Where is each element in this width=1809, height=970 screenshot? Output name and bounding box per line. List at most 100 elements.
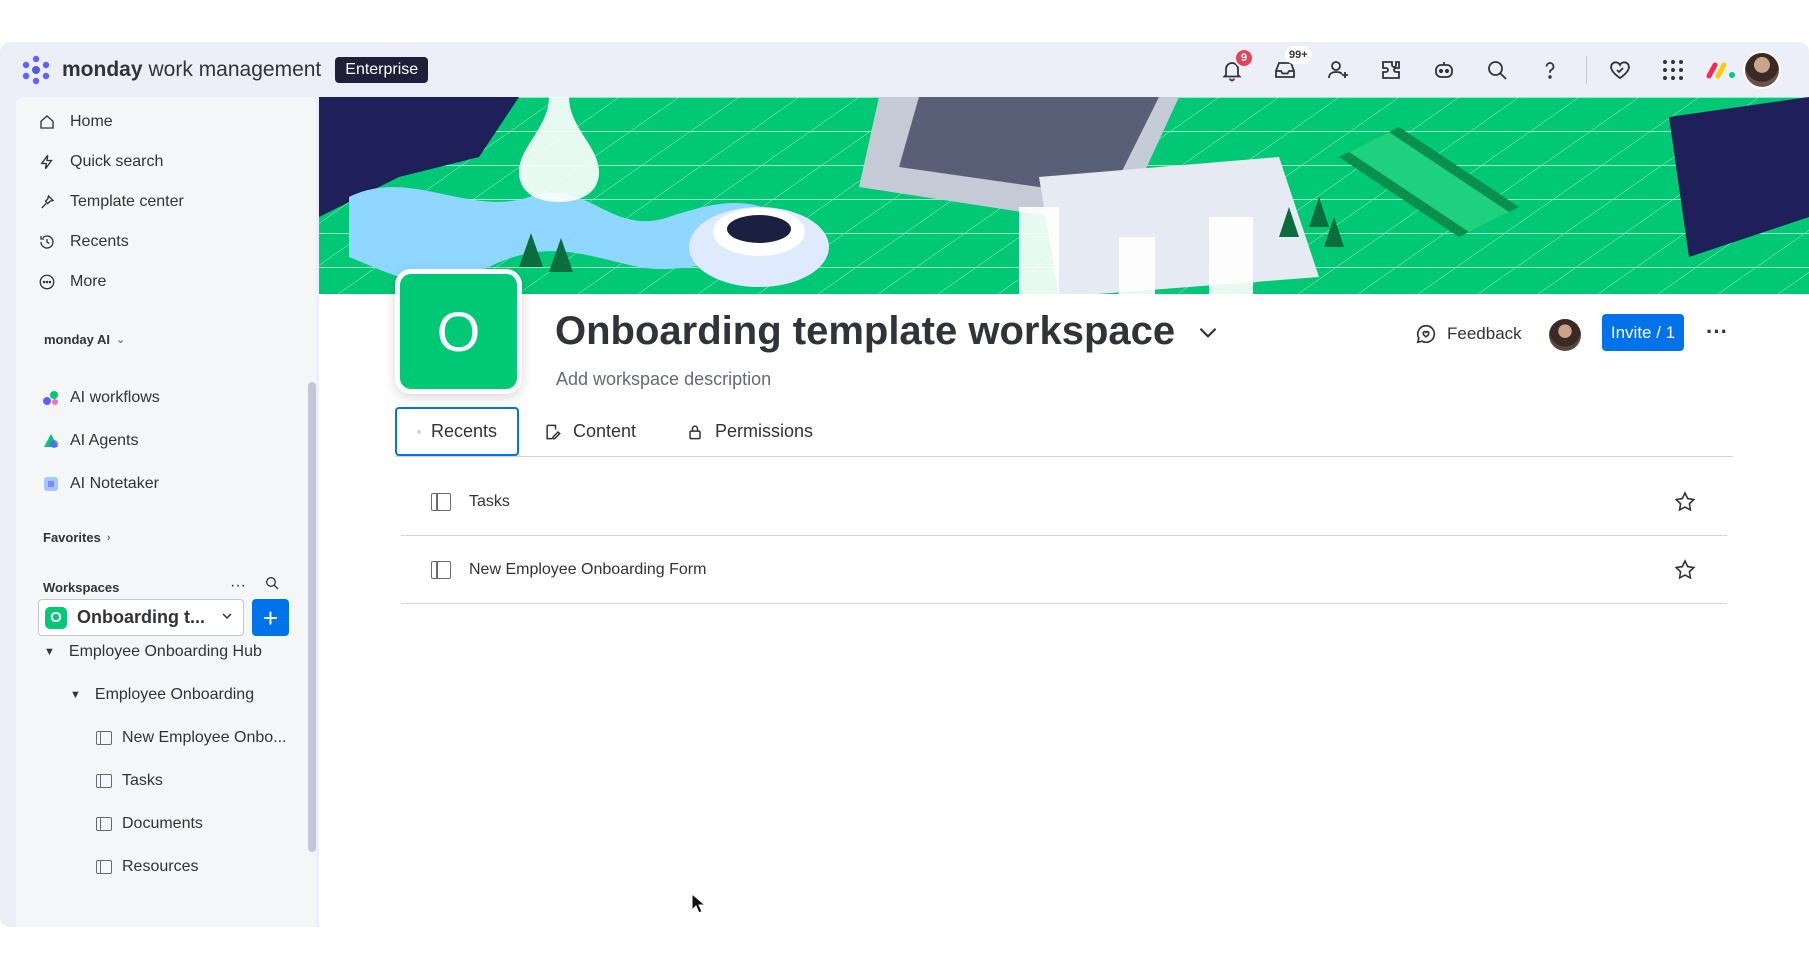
sidebar-item-quick-search[interactable]: Quick search <box>38 153 163 171</box>
template-icon <box>41 194 55 209</box>
help-icon <box>1545 62 1555 79</box>
invite-button[interactable]: Invite / 1 <box>1602 314 1684 351</box>
search-icon <box>266 577 279 590</box>
recent-item-tasks[interactable]: Tasks <box>401 468 1727 536</box>
section-title: Workspaces <box>43 580 120 595</box>
ai-assistant-button[interactable] <box>1424 50 1464 90</box>
notifications-button[interactable]: 9 <box>1212 48 1254 90</box>
workspace-member-avatar[interactable] <box>1549 319 1581 351</box>
monday-logo-icon <box>22 55 50 84</box>
recent-item-label: Tasks <box>469 492 510 510</box>
user-avatar[interactable] <box>1743 51 1781 89</box>
tab-recents[interactable]: Recents <box>395 407 519 456</box>
help-button[interactable] <box>1530 50 1570 90</box>
feedback-icon <box>1416 324 1436 344</box>
tree-item-label: Resources <box>122 858 199 875</box>
feedback-button[interactable]: Feedback <box>1415 323 1522 345</box>
sidebar-item-ai-workflows[interactable]: AI workflows <box>42 389 160 407</box>
apps-icon <box>1382 61 1400 79</box>
apps-button[interactable] <box>1371 50 1411 90</box>
plan-badge: Enterprise <box>335 56 429 83</box>
brand-name: monday <box>62 57 143 81</box>
ai-notetaker-icon <box>44 477 58 491</box>
board-icon <box>431 560 451 579</box>
workspace-tabs: Recents Content Permissions <box>395 407 1733 457</box>
workspace-selector[interactable]: O Onboarding t... <box>38 599 244 636</box>
history-icon <box>417 430 421 433</box>
brand-product: work management <box>148 57 322 81</box>
grid-icon <box>1663 60 1683 80</box>
ai-bot-icon <box>1435 62 1453 78</box>
app-window: monday work management Enterprise 9 99+ <box>0 42 1809 927</box>
recent-item-new-employee-onboarding-form[interactable]: New Employee Onboarding Form <box>401 536 1727 604</box>
top-icons: 9 99+ <box>1199 46 1781 90</box>
brand[interactable]: monday work management Enterprise <box>20 54 429 86</box>
inbox-button[interactable]: 99+ <box>1265 46 1312 90</box>
sidebar-item-template-center[interactable]: Template center <box>38 193 184 211</box>
tree-folder-employee-onboarding-hub[interactable]: ▼ Employee Onboarding Hub <box>44 643 262 661</box>
sidebar-item-home[interactable]: Home <box>38 113 113 131</box>
inbox-count: 99+ <box>1285 46 1312 64</box>
sidebar: Home Quick search Template center Recent… <box>16 97 316 927</box>
sidebar-scrollbar[interactable] <box>308 382 316 852</box>
workspace-avatar: O <box>45 606 67 629</box>
ai-workflows-icon <box>43 391 58 405</box>
board-icon <box>96 860 112 874</box>
board-icon <box>96 731 112 745</box>
lightning-icon <box>40 154 53 170</box>
monday-mark-icon[interactable] <box>1705 59 1737 81</box>
star-icon[interactable] <box>1673 558 1697 582</box>
tree-item-resources[interactable]: Resources <box>96 858 198 876</box>
workspace-more-button[interactable]: ··· <box>1701 316 1733 348</box>
sidebar-item-recents[interactable]: Recents <box>38 233 129 251</box>
board-icon <box>431 492 451 511</box>
tree-item-tasks[interactable]: Tasks <box>96 772 163 790</box>
chevron-down-icon: ⌄ <box>115 334 126 346</box>
sidebar-item-label: Recents <box>70 233 129 250</box>
add-workspace-item-button[interactable]: + <box>252 599 289 636</box>
ai-agents-icon <box>44 434 58 448</box>
top-bar: monday work management Enterprise 9 99+ <box>0 42 1809 97</box>
sidebar-item-ai-notetaker[interactable]: AI Notetaker <box>42 475 159 493</box>
invite-members-button[interactable] <box>1318 50 1358 90</box>
monday-ai-section-toggle[interactable]: monday AI ⌄ <box>44 332 125 347</box>
sidebar-item-label: More <box>70 273 107 290</box>
feedback-label: Feedback <box>1447 324 1522 343</box>
tree-folder-employee-onboarding[interactable]: ▼ Employee Onboarding <box>70 686 254 704</box>
sidebar-item-label: AI Notetaker <box>70 475 159 492</box>
tree-item-new-employee-onboarding[interactable]: New Employee Onbo... <box>96 729 287 747</box>
tree-item-documents[interactable]: Documents <box>96 815 203 833</box>
history-icon <box>40 235 54 249</box>
board-icon <box>96 817 112 831</box>
sidebar-item-label: Quick search <box>70 153 164 170</box>
workspace-description[interactable]: Add workspace description <box>556 369 771 390</box>
section-title: monday AI <box>44 332 110 347</box>
tree-item-label: New Employee Onbo... <box>122 729 287 746</box>
favorites-section-toggle[interactable]: Favorites › <box>43 530 110 545</box>
search-button[interactable] <box>1477 50 1517 90</box>
sidebar-item-label: Home <box>70 113 113 130</box>
tab-content[interactable]: Content <box>523 407 656 456</box>
chevron-down-icon <box>1199 327 1217 338</box>
sidebar-item-label: Template center <box>70 193 184 210</box>
sidebar-item-label: AI workflows <box>70 389 160 406</box>
heart-icon <box>1610 61 1630 80</box>
favorites-heart-button[interactable] <box>1600 50 1640 90</box>
star-icon[interactable] <box>1673 490 1697 514</box>
app-switcher-button[interactable] <box>1653 50 1693 90</box>
mouse-cursor-icon <box>691 893 707 914</box>
tree-item-label: Employee Onboarding Hub <box>68 643 262 660</box>
workspaces-more-icon[interactable]: ··· <box>230 577 246 595</box>
sidebar-item-ai-agents[interactable]: AI Agents <box>42 432 139 450</box>
notifications-count: 9 <box>1234 48 1254 68</box>
tab-label: Permissions <box>715 421 814 441</box>
workspaces-search-button[interactable] <box>264 575 280 596</box>
workspace-title[interactable]: Onboarding template workspace <box>555 309 1221 354</box>
workspace-banner-image <box>319 97 1809 294</box>
chevron-down-icon <box>222 613 232 620</box>
sidebar-item-more[interactable]: More <box>38 273 106 291</box>
lock-icon <box>689 424 701 439</box>
tree-item-label: Employee Onboarding <box>94 686 255 703</box>
workspace-logo[interactable]: O <box>395 269 522 394</box>
tab-permissions[interactable]: Permissions <box>665 407 833 456</box>
